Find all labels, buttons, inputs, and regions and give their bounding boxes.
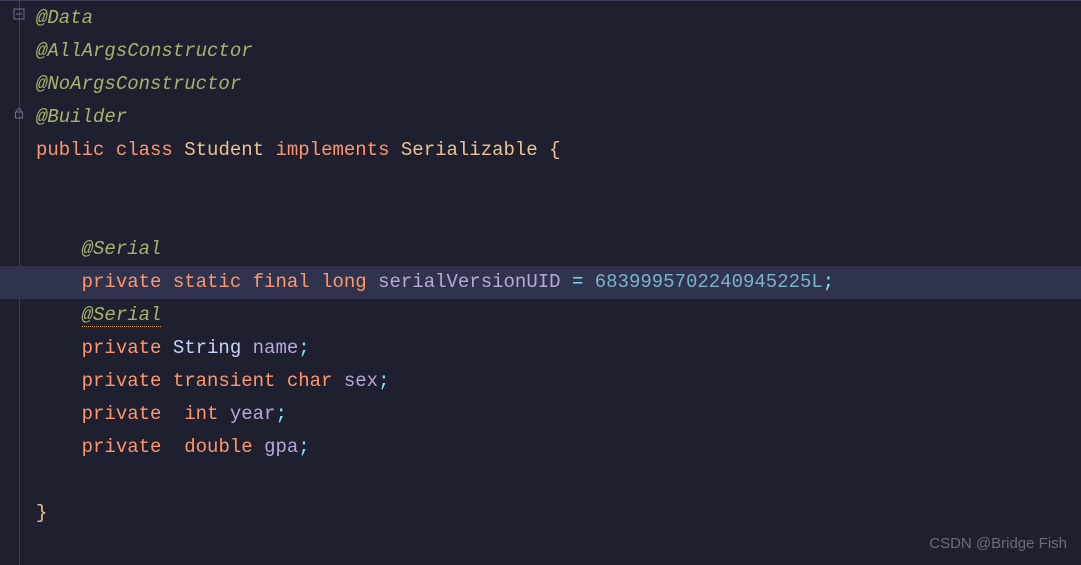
- code-line[interactable]: @Builder: [36, 101, 1081, 134]
- token-field: sex: [344, 370, 378, 392]
- token-annotation-warn: @Serial: [82, 304, 162, 327]
- token-keyword: public: [36, 139, 116, 161]
- token-type-primitive: char: [287, 370, 344, 392]
- code-line[interactable]: @Serial: [36, 233, 1081, 266]
- token-annotation: @Serial: [82, 238, 162, 260]
- token-class-name: Serializable: [401, 139, 549, 161]
- token-keyword: class: [116, 139, 184, 161]
- token-semicolon: ;: [275, 403, 286, 425]
- token-semicolon: ;: [823, 271, 834, 293]
- code-line[interactable]: [36, 167, 1081, 200]
- token-type-primitive: double: [184, 436, 264, 458]
- code-line[interactable]: [36, 464, 1081, 497]
- token-annotation: @Builder: [36, 106, 127, 128]
- token-keyword: private: [82, 271, 173, 293]
- code-line[interactable]: private static final long serialVersionU…: [36, 266, 1081, 299]
- token-brace: }: [36, 502, 47, 524]
- editor-container: @Data @AllArgsConstructor @NoArgsConstruct…: [0, 0, 1081, 565]
- token-annotation: @AllArgsConstructor: [36, 40, 253, 62]
- code-line[interactable]: @AllArgsConstructor: [36, 35, 1081, 68]
- token-semicolon: ;: [298, 436, 309, 458]
- token-semicolon: ;: [378, 370, 389, 392]
- token-keyword: private: [82, 370, 173, 392]
- code-line[interactable]: [36, 200, 1081, 233]
- token-type-primitive: long: [321, 271, 378, 293]
- token-number: 6839995702240945225L: [595, 271, 823, 293]
- token-keyword: private: [82, 337, 173, 359]
- token-keyword: implements: [275, 139, 400, 161]
- code-line[interactable]: }: [36, 497, 1081, 530]
- code-line[interactable]: @Serial: [36, 299, 1081, 332]
- token-annotation: @NoArgsConstructor: [36, 73, 241, 95]
- token-semicolon: ;: [298, 337, 309, 359]
- code-line[interactable]: @Data: [36, 2, 1081, 35]
- token-field: gpa: [264, 436, 298, 458]
- code-line[interactable]: public class Student implements Serializ…: [36, 134, 1081, 167]
- token-type: String: [173, 337, 253, 359]
- token-keyword: private: [82, 436, 185, 458]
- token-keyword: static: [173, 271, 253, 293]
- token-type-primitive: int: [184, 403, 230, 425]
- token-keyword: final: [253, 271, 321, 293]
- token-keyword: transient: [173, 370, 287, 392]
- code-line[interactable]: private double gpa;: [36, 431, 1081, 464]
- token-keyword: private: [82, 403, 185, 425]
- token-annotation: @Data: [36, 7, 93, 29]
- code-line[interactable]: private int year;: [36, 398, 1081, 431]
- token-field: year: [230, 403, 276, 425]
- token-operator: =: [572, 271, 595, 293]
- code-area[interactable]: @Data @AllArgsConstructor @NoArgsConstruct…: [20, 0, 1081, 565]
- token-brace: {: [549, 139, 560, 161]
- token-field: serialVersionUID: [378, 271, 572, 293]
- code-line[interactable]: @NoArgsConstructor: [36, 68, 1081, 101]
- code-line[interactable]: private String name;: [36, 332, 1081, 365]
- watermark: CSDN @Bridge Fish: [929, 531, 1067, 557]
- token-field: name: [253, 337, 299, 359]
- code-line[interactable]: private transient char sex;: [36, 365, 1081, 398]
- token-class-name: Student: [184, 139, 275, 161]
